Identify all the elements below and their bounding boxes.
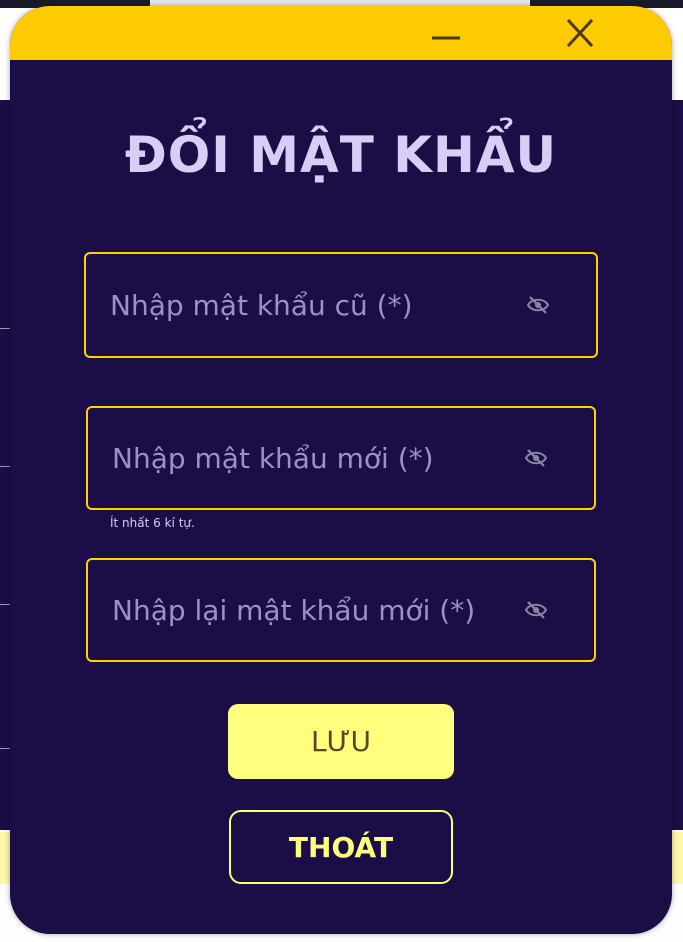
eye-off-icon [524,601,548,619]
password-hint: Ít nhất 6 kí tự. [110,516,195,530]
save-button[interactable]: LƯU [228,704,454,779]
eye-off-icon [524,449,548,467]
close-button[interactable] [560,16,600,52]
exit-button[interactable]: THOÁT [229,810,453,884]
new-password-input[interactable] [112,408,502,508]
change-password-dialog: ĐỔI MẬT KHẨU Ít nhất 6 kí tự. LƯU THOÁT [10,6,672,934]
new-password-field [86,406,596,510]
confirm-password-field [86,558,596,662]
old-password-input[interactable] [110,254,500,356]
confirm-password-input[interactable] [112,560,502,660]
toggle-visibility-button[interactable] [524,560,550,660]
toggle-visibility-button[interactable] [524,408,550,508]
toggle-visibility-button[interactable] [526,254,552,356]
dialog-titlebar [10,6,672,60]
old-password-field [84,252,598,358]
minimize-icon [432,36,460,40]
eye-off-icon [526,296,550,314]
dialog-title: ĐỔI MẬT KHẨU [124,126,558,184]
close-icon [566,18,594,48]
minimize-button[interactable] [426,16,466,52]
